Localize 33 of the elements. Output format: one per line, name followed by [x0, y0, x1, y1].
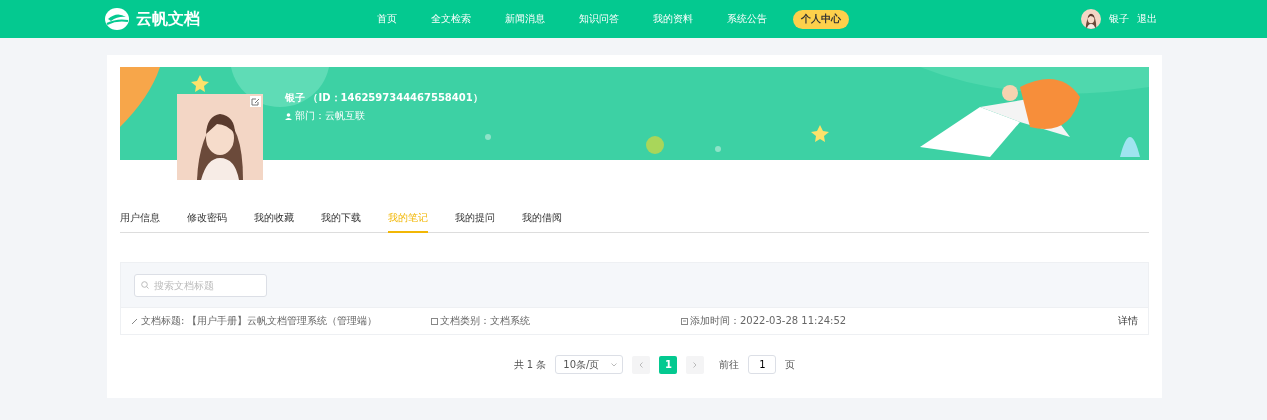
chevron-right-icon — [693, 361, 698, 368]
added-time: 添加时间：2022-03-28 11:24:52 — [690, 314, 847, 328]
document-category: 文档类别：文档系统 — [440, 314, 530, 328]
goto-label: 前往 — [719, 357, 740, 372]
logo-text: 云帆文档 — [136, 8, 200, 30]
tab[interactable]: 我的借阅 — [522, 212, 562, 233]
document-title: 【用户手册】云帆文档管理系统（管理端） — [187, 314, 378, 328]
title-label: 文档标题: — [141, 314, 185, 328]
search-field[interactable]: 搜索文档标题 — [134, 273, 267, 297]
search-icon — [141, 280, 149, 289]
edit-icon[interactable] — [250, 96, 261, 107]
tab[interactable]: 我的收藏 — [254, 212, 294, 233]
goto-page-field[interactable]: 1 — [748, 355, 777, 374]
user-icon — [285, 112, 292, 120]
user-name-id: 银子 （ID：1462597344467558401） — [285, 91, 483, 105]
details-link[interactable]: 详情 — [1118, 314, 1138, 328]
pencil-icon — [131, 317, 138, 325]
tab[interactable]: 我的提问 — [455, 212, 495, 233]
page-size-select[interactable]: 10条/页 — [555, 355, 624, 374]
square-icon — [431, 317, 438, 325]
prev-page-button[interactable] — [632, 355, 651, 374]
page-suffix: 页 — [785, 357, 796, 372]
chevron-down-icon — [611, 362, 618, 367]
logo-icon — [104, 7, 130, 31]
tab[interactable]: 用户信息 — [120, 212, 160, 233]
calendar-icon — [681, 317, 688, 325]
tab[interactable]: 我的下载 — [321, 212, 361, 233]
total-count: 共 1 条 — [513, 357, 547, 372]
nav-link[interactable]: 个人中心 — [793, 9, 849, 29]
department: 部门：云帆互联 — [295, 109, 365, 123]
next-page-button[interactable] — [686, 355, 705, 374]
chevron-left-icon — [639, 361, 644, 368]
tab[interactable]: 修改密码 — [187, 212, 227, 233]
